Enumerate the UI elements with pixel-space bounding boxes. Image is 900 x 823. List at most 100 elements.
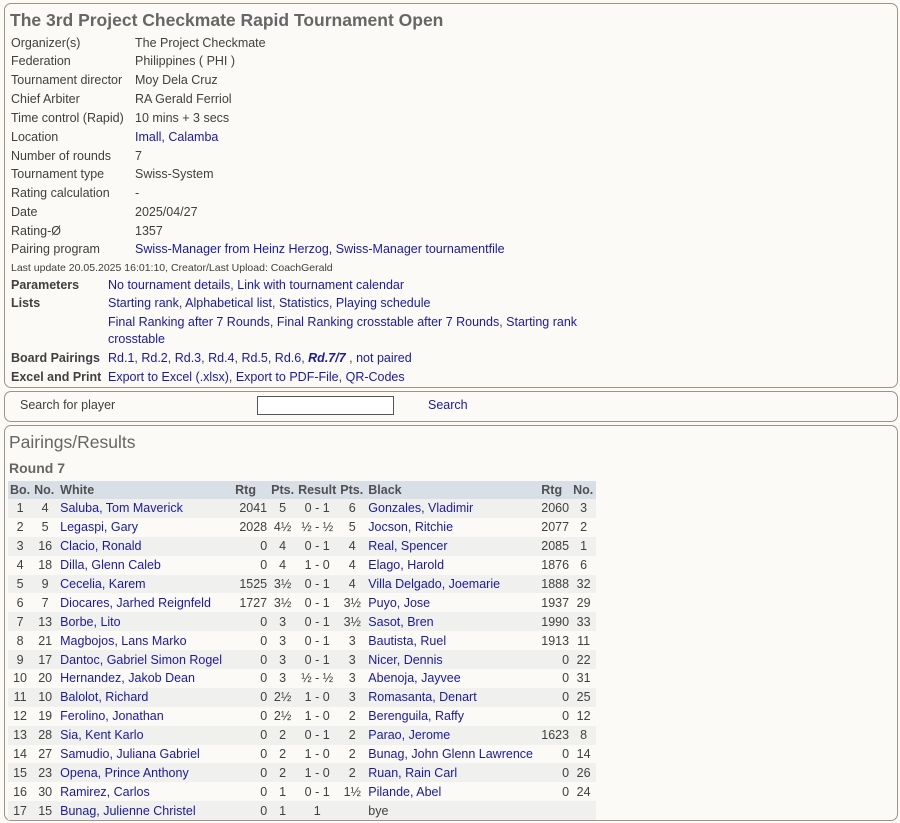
black-player-cell: Jocson, Ritchie — [366, 517, 540, 537]
final-ranking-crosstable-link[interactable]: Final Ranking crosstable after 7 Rounds — [277, 315, 499, 329]
starting-rank-link[interactable]: Starting rank — [108, 296, 179, 310]
white-player-link[interactable]: Dilla, Glenn Caleb — [60, 558, 161, 572]
black-player-link[interactable]: Villa Delgado, Joemarie — [368, 577, 500, 591]
round-4-link[interactable]: Rd.4 — [208, 351, 234, 365]
not-paired-link[interactable]: not paired — [356, 351, 412, 365]
game-result: 1 — [296, 801, 339, 821]
starting-rank-crosstable-link[interactable]: Starting rank — [506, 315, 577, 329]
white-player-link[interactable]: Bunag, Julienne Christel — [60, 804, 196, 818]
black-player-link[interactable]: Parao, Jerome — [368, 728, 450, 742]
white-points: 3 — [269, 669, 297, 688]
black-rating: 2060 — [539, 499, 572, 518]
black-player-link[interactable]: Pilande, Abel — [368, 785, 441, 799]
white-start-number: 19 — [32, 706, 59, 726]
info-value-link[interactable]: Swiss-Manager from Heinz Herzog, Swiss-M… — [135, 240, 505, 258]
white-points: 3 — [269, 631, 297, 651]
export-excel-link[interactable]: Export to Excel (.xlsx) — [108, 370, 229, 384]
black-start-number: 32 — [571, 574, 597, 594]
white-start-number: 18 — [32, 555, 59, 575]
round-6-link[interactable]: Rd.6 — [275, 351, 301, 365]
round-3-link[interactable]: Rd.3 — [175, 351, 201, 365]
white-start-number: 20 — [32, 669, 59, 688]
no-tournament-details-link[interactable]: No tournament details — [108, 278, 230, 292]
white-player-link[interactable]: Ramirez, Carlos — [60, 785, 150, 799]
black-player-link[interactable]: Elago, Harold — [368, 558, 444, 572]
white-player-link[interactable]: Magbojos, Lans Marko — [60, 634, 186, 648]
white-points: 2½ — [269, 687, 297, 707]
alphabetical-list-link[interactable]: Alphabetical list — [185, 296, 272, 310]
black-player-link[interactable]: Sasot, Bren — [368, 615, 433, 629]
white-player-cell: Clacio, Ronald — [58, 536, 234, 556]
playing-schedule-link[interactable]: Playing schedule — [336, 296, 431, 310]
black-points: 3 — [338, 687, 367, 707]
black-player-link[interactable]: Nicer, Dennis — [368, 653, 442, 667]
white-player-link[interactable]: Clacio, Ronald — [60, 539, 141, 553]
white-player-link[interactable]: Legaspi, Gary — [60, 520, 138, 534]
white-player-cell: Ferolino, Jonathan — [58, 706, 234, 726]
table-row: 2 5 Legaspi, Gary 2028 4½ ½ - ½ 5 Jocson, Ritch… — [8, 517, 597, 537]
white-player-link[interactable]: Opena, Prince Anthony — [60, 766, 189, 780]
white-player-link[interactable]: Cecelia, Karem — [60, 577, 145, 591]
white-player-link[interactable]: Diocares, Jarhed Reignfeld — [60, 596, 211, 610]
white-player-link[interactable]: Saluba, Tom Maverick — [60, 501, 183, 515]
black-player-link[interactable]: Bautista, Ruel — [368, 634, 446, 648]
round-7-current-link[interactable]: Rd.7/7 — [308, 351, 346, 365]
white-player-link[interactable]: Sia, Kent Karlo — [60, 728, 143, 742]
info-label: Rating calculation — [11, 186, 110, 200]
game-result: 0 - 1 — [296, 593, 339, 613]
final-ranking-link[interactable]: Final Ranking after 7 Rounds — [108, 315, 270, 329]
header-black-rating: Rtg — [539, 481, 572, 499]
black-player-link[interactable]: Gonzales, Vladimir — [368, 501, 473, 515]
black-player-link[interactable]: Puyo, Jose — [368, 596, 430, 610]
white-player-link[interactable]: Ferolino, Jonathan — [60, 709, 164, 723]
qr-codes-link[interactable]: QR-Codes — [346, 370, 405, 384]
black-points: 4 — [338, 555, 367, 575]
black-player-link[interactable]: Berenguila, Raffy — [368, 709, 464, 723]
tournament-calendar-link[interactable]: Link with tournament calendar — [237, 278, 404, 292]
game-result: 1 - 0 — [296, 706, 339, 726]
white-player-cell: Dilla, Glenn Caleb — [58, 555, 234, 575]
white-rating: 0 — [233, 801, 270, 821]
black-player-link[interactable]: Abenoja, Jayvee — [368, 671, 460, 685]
white-points: 3½ — [269, 574, 297, 594]
black-player-link[interactable]: Romasanta, Denart — [368, 690, 476, 704]
white-player-link[interactable]: Hernandez, Jakob Dean — [60, 671, 195, 685]
black-start-number: 8 — [571, 725, 597, 745]
search-button[interactable]: Search — [428, 398, 468, 412]
statistics-link[interactable]: Statistics — [279, 296, 329, 310]
white-player-link[interactable]: Samudio, Juliana Gabriel — [60, 747, 200, 761]
black-rating: 2077 — [539, 517, 572, 537]
table-row: 4 18 Dilla, Glenn Caleb 0 4 1 - 0 4 Elago, Haro… — [8, 555, 597, 575]
black-start-number: 14 — [571, 744, 597, 764]
table-row: 10 20 Hernandez, Jakob Dean 0 3 ½ - ½ 3 Abenoja… — [8, 669, 597, 688]
header-rating: Rtg — [233, 481, 270, 499]
white-player-link[interactable]: Dantoc, Gabriel Simon Rogel — [60, 653, 222, 667]
info-value-link[interactable]: Imall, Calamba — [135, 128, 218, 146]
white-player-link[interactable]: Borbe, Lito — [60, 615, 120, 629]
header-number: No. — [32, 481, 59, 499]
pairings-table: Bo. No. White Rtg Pts. Result Pts. Black… — [8, 481, 597, 821]
board-number: 10 — [8, 669, 33, 688]
board-pairings-label: Board Pairings — [11, 351, 100, 365]
round-5-link[interactable]: Rd.5 — [241, 351, 267, 365]
round-1-link[interactable]: Rd.1 — [108, 351, 134, 365]
black-points: 3½ — [338, 612, 367, 632]
black-start-number: 24 — [571, 782, 597, 802]
board-number: 6 — [8, 593, 33, 613]
white-points: 4½ — [269, 517, 297, 537]
white-points: 2½ — [269, 706, 297, 726]
export-pdf-link[interactable]: Export to PDF-File — [236, 370, 339, 384]
tournament-title: The 3rd Project Checkmate Rapid Tourname… — [10, 10, 444, 30]
black-rating: 1937 — [539, 593, 572, 613]
round-2-link[interactable]: Rd.2 — [141, 351, 167, 365]
black-player-link[interactable]: Bunag, John Glenn Lawrence — [368, 747, 533, 761]
white-points: 1 — [269, 801, 297, 821]
crosstable-link[interactable]: crosstable — [108, 332, 165, 346]
game-result: 1 - 0 — [296, 687, 339, 707]
white-player-link[interactable]: Balolot, Richard — [60, 690, 148, 704]
white-rating: 2041 — [233, 499, 270, 518]
black-player-link[interactable]: Ruan, Rain Carl — [368, 766, 457, 780]
search-player-input[interactable] — [257, 396, 394, 415]
black-player-link[interactable]: Real, Spencer — [368, 539, 447, 553]
black-player-link[interactable]: Jocson, Ritchie — [368, 520, 453, 534]
